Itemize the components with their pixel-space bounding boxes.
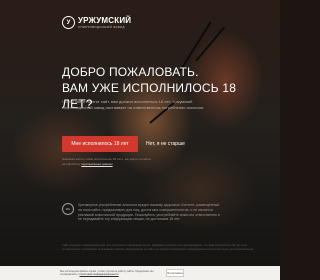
consent-note: Нажимая кнопку «Мне исполнилось 18 лет»,… xyxy=(62,157,152,166)
cookie-bar: Мы используем файлы cookie, чтобы улучши… xyxy=(0,266,280,280)
cookie-accept-button[interactable]: Я согласен xyxy=(166,269,184,277)
brand-subtitle: СПИРТОВОДОЧНЫЙ ЗАВОД xyxy=(78,25,125,29)
brand-name: УРЖУМСКИЙ xyxy=(78,16,132,25)
personal-data-link[interactable]: персональных данных xyxy=(81,162,112,166)
confirm-age-button[interactable]: Мне исполнилось 18 лет xyxy=(62,136,138,152)
deny-age-button[interactable]: Нет, я не старше xyxy=(146,136,185,152)
privacy-policy-link[interactable]: политикой конфиденциальности xyxy=(80,273,119,276)
logo-icon: У xyxy=(62,16,75,29)
legal-text: Сайт содержит информацию для лиц, достиг… xyxy=(62,243,254,251)
cookie-text: Мы используем файлы cookie, чтобы улучши… xyxy=(60,270,165,276)
intro-text: Чтобы зайти на этот сайт, вам должно исп… xyxy=(62,99,205,110)
age-restriction-icon: 18+ xyxy=(62,203,74,215)
logo-text: УРЖУМСКИЙ СПИРТОВОДОЧНЫЙ ЗАВОД xyxy=(78,16,131,29)
age-gate: У УРЖУМСКИЙ СПИРТОВОДОЧНЫЙ ЗАВОД ДОБРО П… xyxy=(0,0,280,280)
title-line-1: ДОБРО ПОЖАЛОВАТЬ. xyxy=(62,65,199,79)
brand-logo[interactable]: У УРЖУМСКИЙ СПИРТОВОДОЧНЫЙ ЗАВОД xyxy=(62,16,131,29)
health-notice-text: Чрезмерное употребление алкоголя вредит … xyxy=(78,203,220,222)
